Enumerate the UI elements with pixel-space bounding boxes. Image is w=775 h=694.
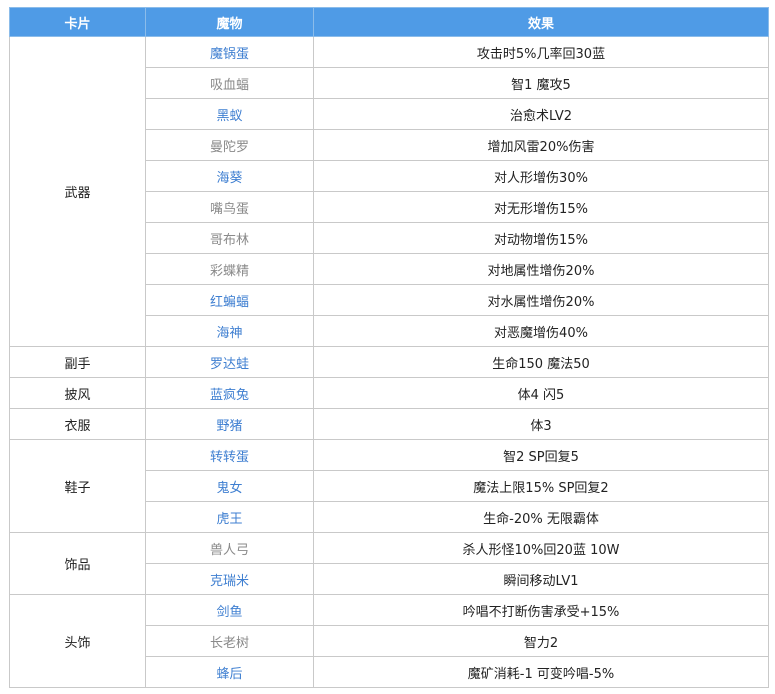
- effect-cell: 智力2: [313, 625, 769, 657]
- monster-name: 长老树: [145, 625, 314, 657]
- effect-cell: 生命-20% 无限霸体: [313, 501, 769, 533]
- effect-cell: 体3: [313, 408, 769, 440]
- header-effect: 效果: [313, 7, 769, 37]
- monster-link[interactable]: 蜂后: [145, 656, 314, 688]
- effect-cell: 对无形增伤15%: [313, 191, 769, 223]
- header-card: 卡片: [9, 7, 146, 37]
- monster-link[interactable]: 黑蚁: [145, 98, 314, 130]
- monster-name: 嘴鸟蛋: [145, 191, 314, 223]
- table-row: 衣服 野猪 体3: [9, 408, 769, 440]
- monster-link[interactable]: 虎王: [145, 501, 314, 533]
- card-slot-cell: 鞋子: [9, 439, 146, 533]
- card-slot-cell: 头饰: [9, 594, 146, 688]
- effect-cell: 增加风雷20%伤害: [313, 129, 769, 161]
- monster-name: 兽人弓: [145, 532, 314, 564]
- monster-name: 彩蝶精: [145, 253, 314, 285]
- monster-name: 吸血蝠: [145, 67, 314, 99]
- effect-cell: 对恶魔增伤40%: [313, 315, 769, 347]
- effect-cell: 智1 魔攻5: [313, 67, 769, 99]
- card-slot-cell: 武器: [9, 36, 146, 347]
- effect-cell: 魔法上限15% SP回复2: [313, 470, 769, 502]
- table-row: 饰品 兽人弓 杀人形怪10%回20蓝 10W: [9, 532, 769, 595]
- effect-cell: 对人形增伤30%: [313, 160, 769, 192]
- effect-cell: 攻击时5%几率回30蓝: [313, 36, 769, 68]
- monster-link[interactable]: 红蝙蝠: [145, 284, 314, 316]
- effect-cell: 魔矿消耗-1 可变吟唱-5%: [313, 656, 769, 688]
- effect-cell: 生命150 魔法50: [313, 346, 769, 378]
- header-monster: 魔物: [145, 7, 314, 37]
- table-header-row: 卡片 魔物 效果: [9, 7, 769, 37]
- monster-name: 哥布林: [145, 222, 314, 254]
- effect-cell: 杀人形怪10%回20蓝 10W: [313, 532, 769, 564]
- effect-cell: 智2 SP回复5: [313, 439, 769, 471]
- effect-cell: 对水属性增伤20%: [313, 284, 769, 316]
- card-slot-cell: 披风: [9, 377, 146, 409]
- table-row: 武器 魔锅蛋 攻击时5%几率回30蓝: [9, 36, 769, 347]
- effect-cell: 对动物增伤15%: [313, 222, 769, 254]
- monster-link[interactable]: 克瑞米: [145, 563, 314, 595]
- table-row: 披风 蓝疯兔 体4 闪5: [9, 377, 769, 409]
- effect-cell: 体4 闪5: [313, 377, 769, 409]
- card-effects-table: 卡片 魔物 效果 武器 魔锅蛋 攻击时5%几率回30蓝 吸血蝠 智1 魔攻5 黑蚁 治愈术L…: [9, 7, 769, 688]
- table-row: 副手 罗达蛙 生命150 魔法50: [9, 346, 769, 378]
- monster-link[interactable]: 转转蛋: [145, 439, 314, 471]
- effect-cell: 吟唱不打断伤害承受+15%: [313, 594, 769, 626]
- monster-link[interactable]: 魔锅蛋: [145, 36, 314, 68]
- effect-cell: 瞬间移动LV1: [313, 563, 769, 595]
- table-row: 头饰 剑鱼 吟唱不打断伤害承受+15%: [9, 594, 769, 688]
- monster-link[interactable]: 海神: [145, 315, 314, 347]
- monster-link[interactable]: 剑鱼: [145, 594, 314, 626]
- card-slot-cell: 衣服: [9, 408, 146, 440]
- monster-link[interactable]: 海葵: [145, 160, 314, 192]
- monster-link[interactable]: 罗达蛙: [145, 346, 314, 378]
- monster-name: 曼陀罗: [145, 129, 314, 161]
- effect-cell: 对地属性增伤20%: [313, 253, 769, 285]
- table-row: 鞋子 转转蛋 智2 SP回复5: [9, 439, 769, 533]
- monster-link[interactable]: 蓝疯兔: [145, 377, 314, 409]
- card-slot-cell: 饰品: [9, 532, 146, 595]
- effect-cell: 治愈术LV2: [313, 98, 769, 130]
- card-slot-cell: 副手: [9, 346, 146, 378]
- monster-link[interactable]: 鬼女: [145, 470, 314, 502]
- monster-link[interactable]: 野猪: [145, 408, 314, 440]
